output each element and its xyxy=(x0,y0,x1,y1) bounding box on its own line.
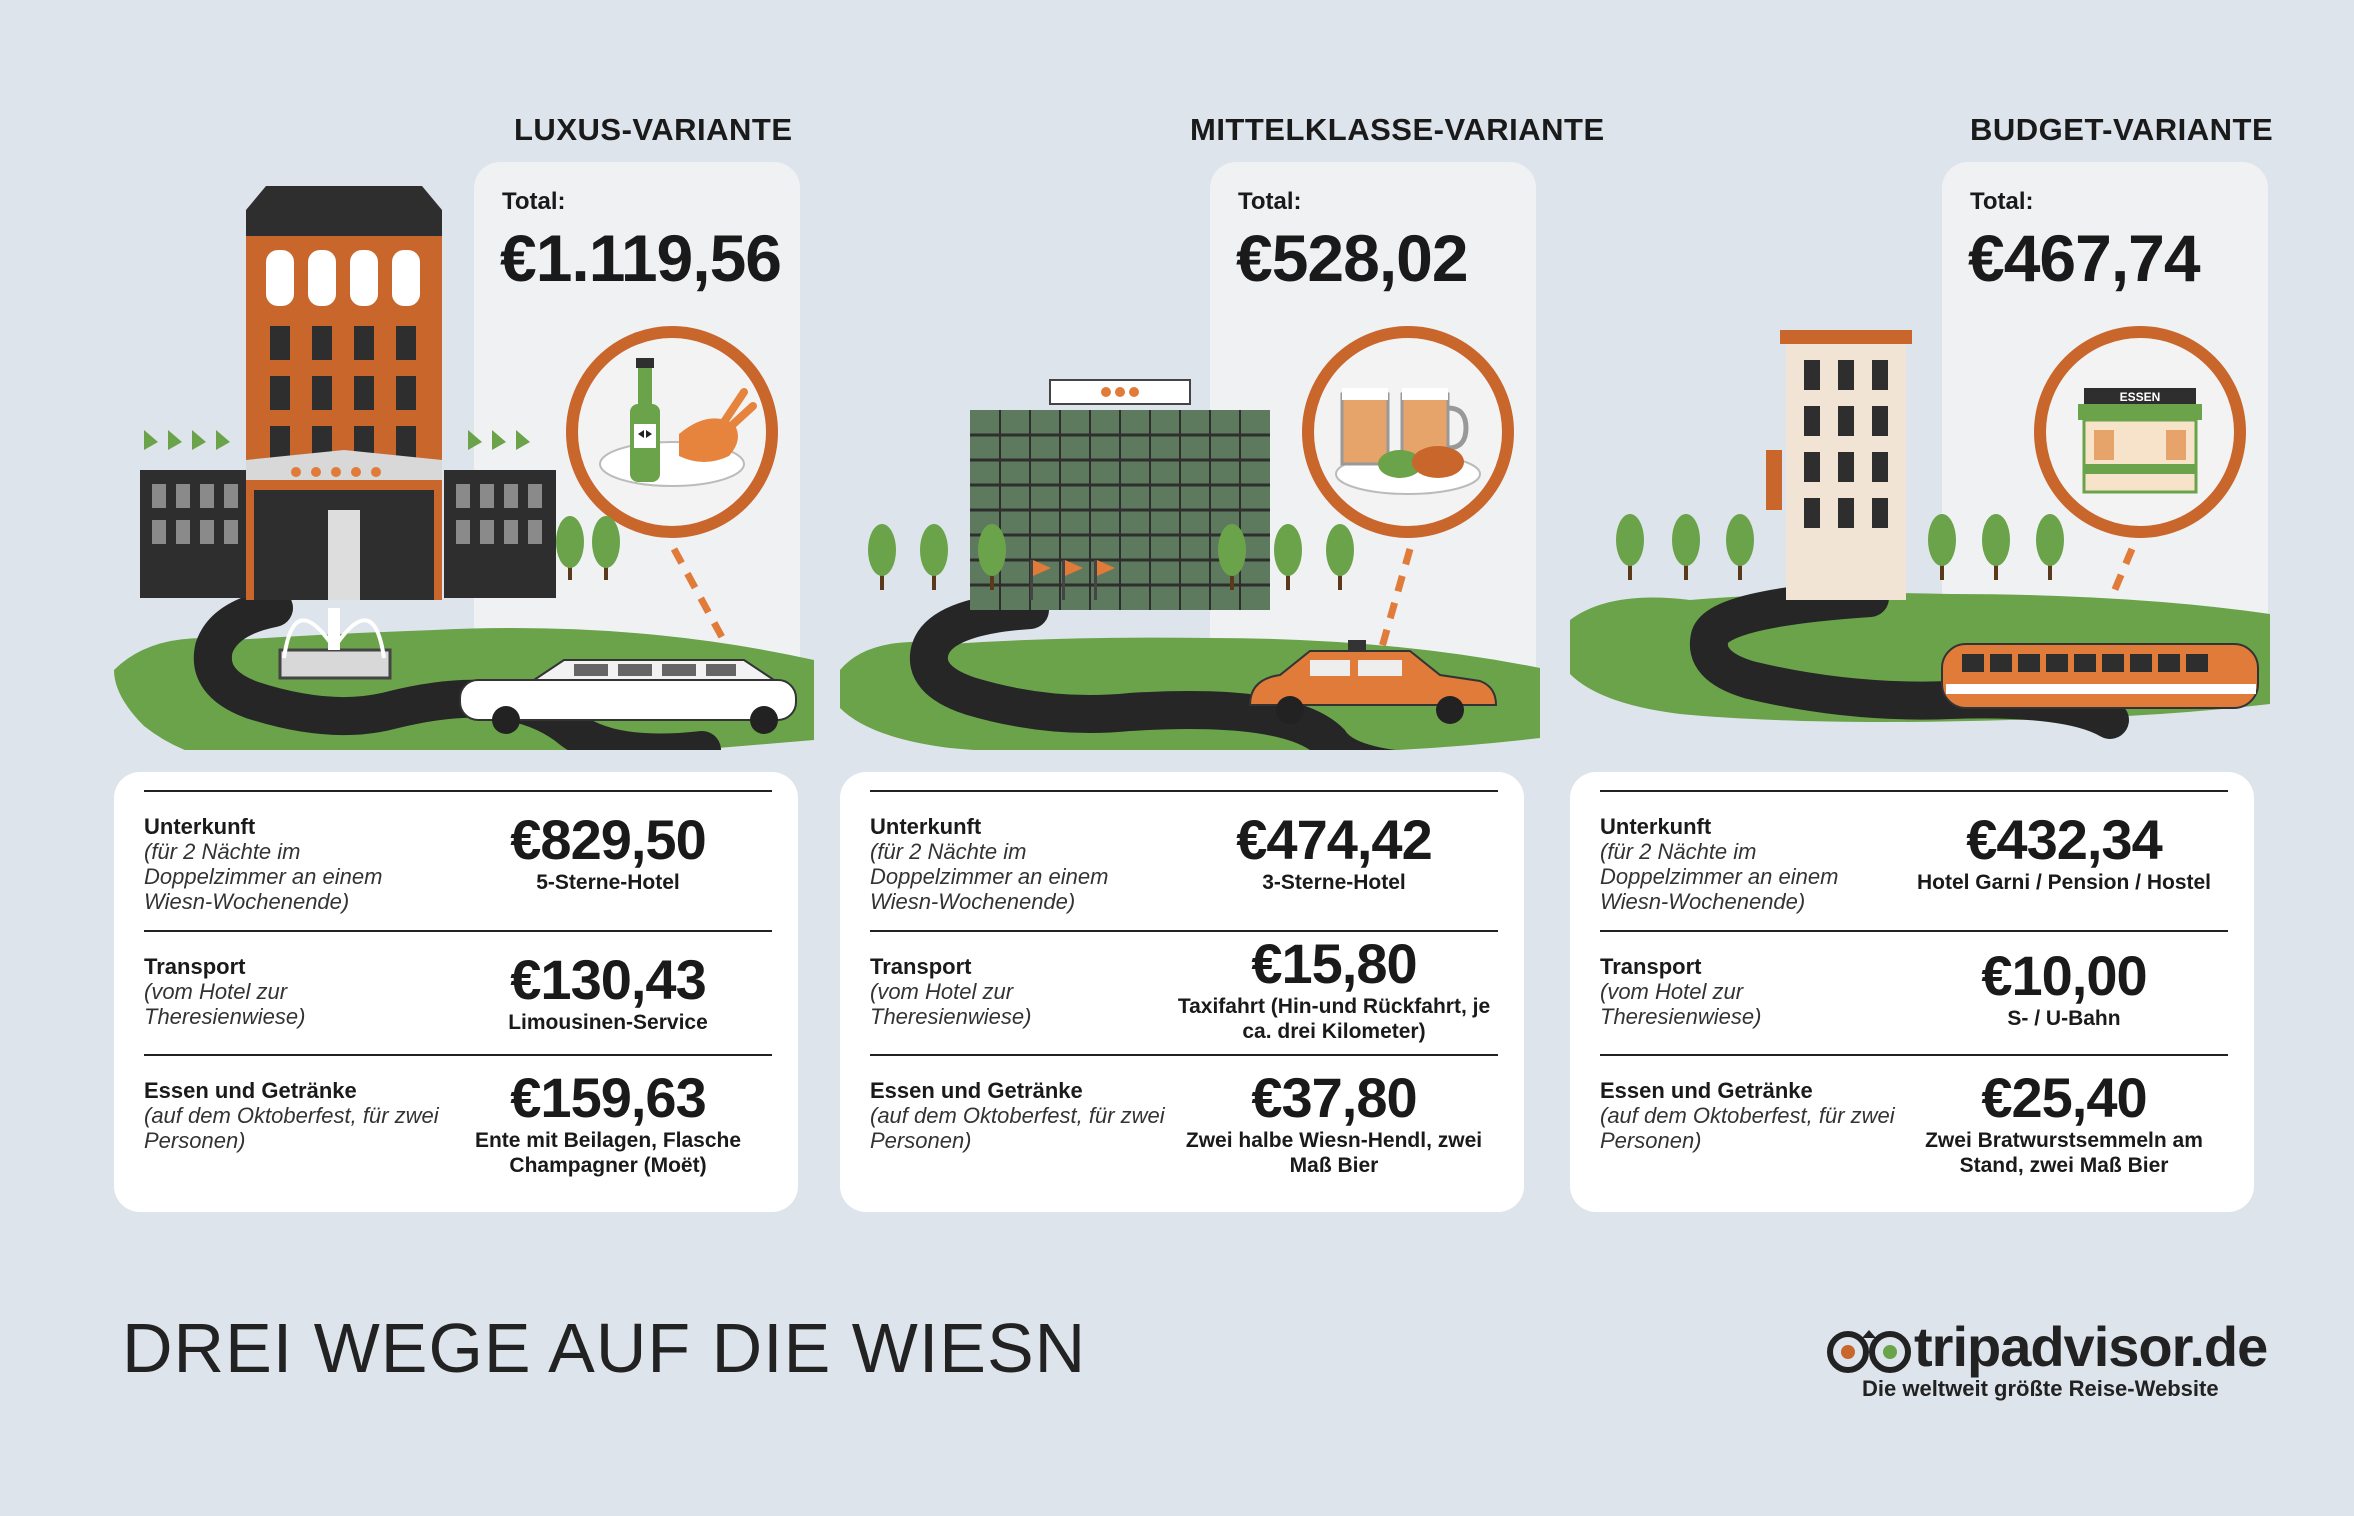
cost-row-accommodation: Unterkunft (für 2 Nächte im Doppelzimmer … xyxy=(870,790,1498,932)
row-amount: €15,80 xyxy=(1251,932,1417,995)
cost-card: Unterkunft (für 2 Nächte im Doppelzimmer … xyxy=(114,772,798,1212)
row-label: Transport xyxy=(144,954,246,979)
row-sublabel: (für 2 Nächte im Doppelzimmer an einem W… xyxy=(1600,839,1839,914)
row-description: Zwei halbe Wiesn-Hendl, zwei Maß Bier xyxy=(1185,1129,1483,1177)
cost-card: Unterkunft (für 2 Nächte im Doppelzimmer … xyxy=(840,772,1524,1212)
row-sublabel: (auf dem Oktoberfest, für zwei Personen) xyxy=(870,1103,1165,1153)
row-amount: €159,63 xyxy=(510,1066,706,1129)
row-label: Essen und Getränke xyxy=(144,1078,357,1103)
row-label: Unterkunft xyxy=(144,814,256,839)
row-amount: €474,42 xyxy=(1236,808,1432,871)
row-sublabel: (für 2 Nächte im Doppelzimmer an einem W… xyxy=(144,839,383,914)
row-sublabel: (auf dem Oktoberfest, für zwei Personen) xyxy=(144,1103,439,1153)
row-label: Essen und Getränke xyxy=(870,1078,1083,1103)
row-sublabel: (auf dem Oktoberfest, für zwei Personen) xyxy=(1600,1103,1895,1153)
row-label: Unterkunft xyxy=(870,814,982,839)
cost-row-food: Essen und Getränke (auf dem Oktoberfest, … xyxy=(144,1054,772,1196)
row-description: Taxifahrt (Hin-und Rückfahrt, je ca. dre… xyxy=(1177,995,1491,1043)
row-amount: €10,00 xyxy=(1981,944,2147,1007)
cost-row-transport: Transport (vom Hotel zur Theresienwiese) … xyxy=(870,930,1498,1056)
row-sublabel: (vom Hotel zur Theresienwiese) xyxy=(870,979,1032,1029)
row-amount: €37,80 xyxy=(1251,1066,1417,1129)
row-label: Transport xyxy=(870,954,972,979)
row-amount: €432,34 xyxy=(1966,808,2162,871)
variant-midrange: MITTELKLASSE-VARIANTE Total: €528,02 Unt… xyxy=(840,0,1604,1230)
variant-luxury: LUXUS-VARIANTE Total: €1.119,56 Unterkun… xyxy=(114,0,814,1230)
variant-title: MITTELKLASSE-VARIANTE xyxy=(1190,112,1605,147)
row-label: Unterkunft xyxy=(1600,814,1712,839)
row-amount: €130,43 xyxy=(510,948,706,1011)
variant-title: LUXUS-VARIANTE xyxy=(514,112,793,147)
cost-card: Unterkunft (für 2 Nächte im Doppelzimmer … xyxy=(1570,772,2254,1212)
brand-logo[interactable]: tripadvisor.de Die weltweit größte Reise… xyxy=(1826,1315,2268,1414)
row-amount: €829,50 xyxy=(510,808,706,871)
cost-row-accommodation: Unterkunft (für 2 Nächte im Doppelzimmer … xyxy=(144,790,772,932)
row-description: Ente mit Beilagen, Flasche Champagner (M… xyxy=(474,1129,742,1177)
scene-hotel-taxi xyxy=(840,379,1540,750)
row-description: 3-Sterne-Hotel xyxy=(1262,871,1406,894)
row-label: Essen und Getränke xyxy=(1600,1078,1813,1103)
brand-tagline: Die weltweit größte Reise-Website xyxy=(1862,1376,2219,1401)
scene-hotel-limousine xyxy=(114,186,814,750)
cost-row-transport: Transport (vom Hotel zur Theresienwiese) … xyxy=(144,930,772,1056)
row-description: Hotel Garni / Pension / Hostel xyxy=(1916,871,2212,894)
row-sublabel: (vom Hotel zur Theresienwiese) xyxy=(144,979,306,1029)
variant-budget: BUDGET-VARIANTE Total: €467,74 ESSEN Unt… xyxy=(1570,0,2274,1230)
row-amount: €25,40 xyxy=(1981,1066,2147,1129)
row-description: S- / U-Bahn xyxy=(2007,1007,2121,1030)
cost-row-food: Essen und Getränke (auf dem Oktoberfest, … xyxy=(1600,1054,2228,1196)
scene-hostel-train xyxy=(1570,330,2270,739)
variant-title: BUDGET-VARIANTE xyxy=(1970,112,2274,147)
row-sublabel: (für 2 Nächte im Doppelzimmer an einem W… xyxy=(870,839,1109,914)
page-title: DREI WEGE AUF DIE WIESN xyxy=(122,1309,1087,1387)
row-description: 5-Sterne-Hotel xyxy=(536,871,680,894)
row-sublabel: (vom Hotel zur Theresienwiese) xyxy=(1600,979,1762,1029)
row-description: Limousinen-Service xyxy=(508,1011,708,1034)
brand-name: tripadvisor.de xyxy=(1914,1315,2268,1378)
cost-row-accommodation: Unterkunft (für 2 Nächte im Doppelzimmer … xyxy=(1600,790,2228,932)
tree-icon xyxy=(556,516,620,580)
row-description: Zwei Bratwurstsemmeln am Stand, zwei Maß… xyxy=(1925,1129,2203,1177)
cost-row-food: Essen und Getränke (auf dem Oktoberfest, … xyxy=(870,1054,1498,1196)
cost-row-transport: Transport (vom Hotel zur Theresienwiese) … xyxy=(1600,930,2228,1056)
owl-eyes-icon xyxy=(1827,1330,1911,1373)
row-label: Transport xyxy=(1600,954,1702,979)
